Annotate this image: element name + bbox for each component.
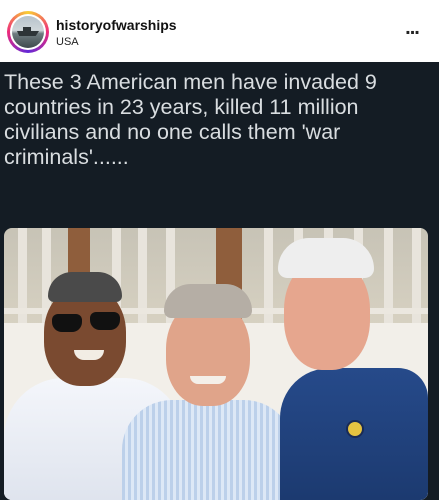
warship-avatar-icon — [12, 16, 44, 48]
middle-person-shirt — [122, 400, 294, 500]
username-link[interactable]: historyofwarships — [56, 17, 177, 33]
post-caption: These 3 American men have invaded 9 coun… — [4, 70, 377, 169]
profile-avatar[interactable] — [7, 11, 49, 53]
location-link[interactable]: USA — [56, 36, 79, 49]
avatar-image — [10, 14, 46, 50]
sunglasses-icon — [90, 312, 120, 330]
left-person-hair — [48, 272, 122, 302]
right-person-hair — [278, 238, 374, 278]
middle-person-hair — [164, 284, 252, 318]
post-photo — [4, 228, 428, 500]
post-content: These 3 American men have invaded 9 coun… — [0, 62, 439, 500]
middle-person-smile — [190, 376, 226, 384]
more-options-icon[interactable]: ... — [400, 18, 424, 42]
post-header: historyofwarships USA ... — [0, 0, 439, 62]
ship-hull — [17, 31, 39, 36]
shirt-emblem-icon — [346, 420, 364, 438]
sunglasses-icon — [52, 314, 82, 332]
